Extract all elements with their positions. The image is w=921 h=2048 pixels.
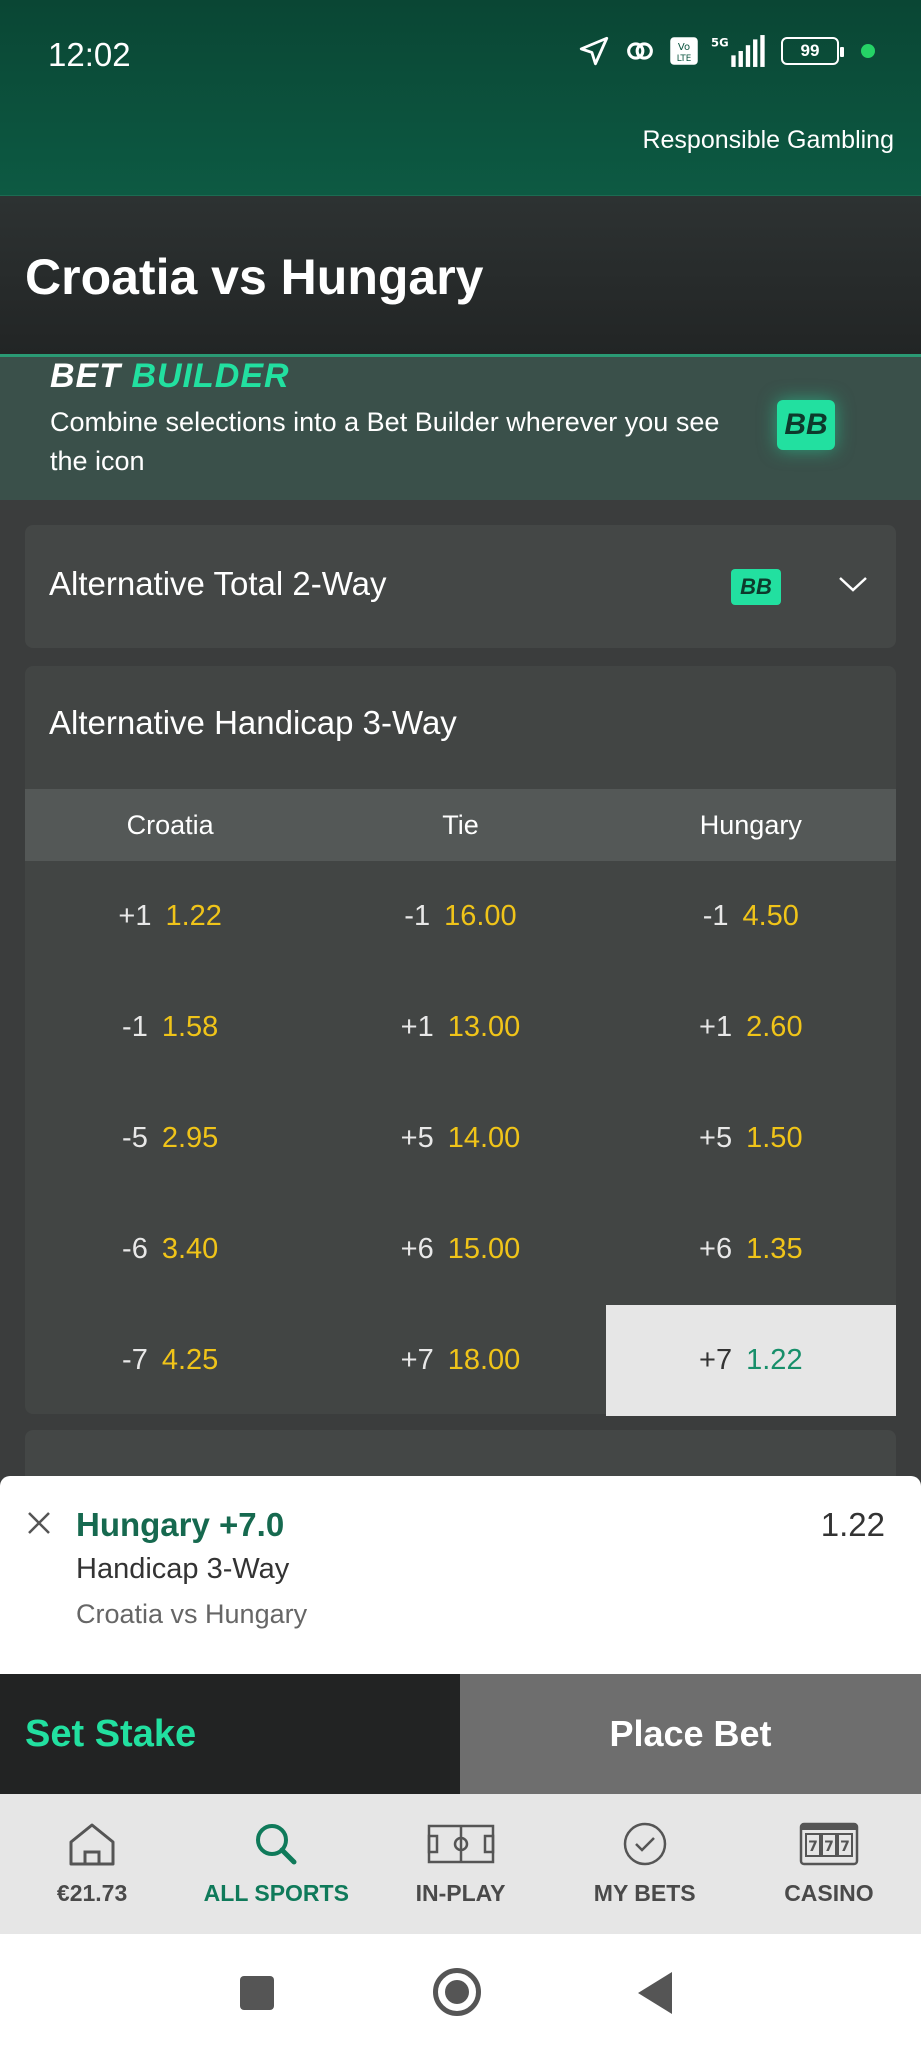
odds-button[interactable]: -1 4.50: [606, 861, 896, 972]
bottom-nav: €21.73 ALL SPORTS IN-PLAY MY BETS 777 CA…: [0, 1794, 921, 1934]
nav-label: ALL SPORTS: [203, 1880, 349, 1906]
search-icon: [256, 1824, 297, 1865]
event-header: Croatia vs Hungary: [0, 196, 921, 354]
pitch-icon: [427, 1824, 494, 1864]
odds-button[interactable]: +5 1.50: [606, 1083, 896, 1194]
volte-icon: VoLTE: [670, 37, 698, 65]
odds-row: -1 1.58 +1 13.00 +1 2.60: [25, 972, 896, 1083]
odds-button[interactable]: -7 4.25: [25, 1305, 315, 1416]
column-headers: Croatia Tie Hungary: [25, 789, 896, 861]
system-navigation-bar: [0, 1934, 921, 2048]
odds-button[interactable]: +5 14.00: [315, 1083, 605, 1194]
market-title: Alternative Handicap 3-Way: [49, 704, 457, 741]
svg-text:Vo: Vo: [678, 42, 690, 53]
market-title: Alternative Total 2-Way: [49, 565, 387, 602]
nav-item-casino[interactable]: 777 CASINO: [737, 1794, 921, 1934]
odds-button[interactable]: +1 2.60: [606, 972, 896, 1083]
odds-row: -5 2.95 +5 14.00 +5 1.50: [25, 1083, 896, 1194]
nav-label: €21.73: [56, 1880, 128, 1906]
privacy-dot: [861, 44, 875, 58]
nav-item-my-bets[interactable]: MY BETS: [553, 1794, 737, 1934]
top-bar: 12:02 Vo LTE 5G 99 Responsible Gambling: [0, 0, 921, 196]
odds-row: +1 1.22 -1 16.00 -1 4.50: [25, 861, 896, 972]
market-alt-total[interactable]: Alternative Total 2-Way BB: [25, 525, 896, 648]
odds-row: -6 3.40 +6 15.00 +6 1.35: [25, 1194, 896, 1305]
svg-text:5G: 5G: [711, 36, 729, 50]
bet-actions: Set Stake Place Bet: [0, 1674, 921, 1794]
column-header: Tie: [442, 810, 479, 840]
signal-icon: 5G: [711, 35, 765, 67]
odds-button[interactable]: +6 15.00: [315, 1194, 605, 1305]
betslip-panel: Hungary +7.0 Handicap 3-Way Croatia vs H…: [0, 1476, 921, 1674]
nav-item-all-sports[interactable]: ALL SPORTS: [184, 1794, 368, 1934]
back-button[interactable]: [638, 1972, 672, 2014]
slot-machine-icon: 777: [799, 1822, 859, 1866]
home-icon: [69, 1823, 115, 1866]
nav-label: MY BETS: [593, 1880, 696, 1906]
odds-button[interactable]: +6 1.35: [606, 1194, 896, 1305]
odds-button[interactable]: -6 3.40: [25, 1194, 315, 1305]
page-title: Croatia vs Hungary: [25, 249, 484, 305]
odds-button[interactable]: -5 2.95: [25, 1083, 315, 1194]
svg-text:7: 7: [824, 1839, 834, 1855]
responsible-gambling-link[interactable]: Responsible Gambling: [642, 126, 894, 155]
home-button[interactable]: [433, 1968, 481, 2016]
odds-button[interactable]: -1 16.00: [315, 861, 605, 972]
bet-builder-badge: BB: [777, 400, 835, 450]
odds-button[interactable]: +1 13.00: [315, 972, 605, 1083]
nav-label: IN-PLAY: [415, 1880, 506, 1906]
betslip-selection: Hungary +7.0: [76, 1506, 285, 1543]
betslip-event: Croatia vs Hungary: [76, 1599, 308, 1629]
nav-item-balance[interactable]: €21.73: [0, 1794, 184, 1934]
status-time: 12:02: [48, 36, 131, 73]
betslip-odds: 1.22: [820, 1506, 885, 1543]
recents-button[interactable]: [240, 1976, 274, 2010]
nav-label: CASINO: [784, 1880, 874, 1906]
bet-builder-text: Combine selections into a Bet Builder wh…: [50, 407, 720, 476]
chevron-down-icon[interactable]: [837, 573, 869, 595]
odds-button[interactable]: -1 1.58: [25, 972, 315, 1083]
odds-button[interactable]: +1 1.22: [25, 861, 315, 972]
set-stake-button[interactable]: Set Stake: [0, 1674, 460, 1794]
close-icon[interactable]: [24, 1508, 54, 1538]
place-bet-button[interactable]: Place Bet: [460, 1674, 921, 1794]
market-alt-handicap: Alternative Handicap 3-Way Croatia Tie H…: [25, 666, 896, 1416]
bet-builder-badge: BB: [731, 569, 781, 605]
svg-text:7: 7: [808, 1839, 818, 1855]
nav-item-in-play[interactable]: IN-PLAY: [368, 1794, 552, 1934]
battery-icon: 99: [781, 37, 844, 65]
bet-builder-banner: BET BUILDER Combine selections into a Be…: [0, 354, 921, 500]
bet-builder-title: BET BUILDER: [50, 357, 290, 395]
odds-button-selected[interactable]: +7 1.22: [605, 1305, 896, 1416]
column-header: Hungary: [699, 810, 802, 840]
betslip-market: Handicap 3-Way: [76, 1553, 290, 1585]
odds-button[interactable]: +7 18.00: [315, 1305, 605, 1416]
status-icons: Vo LTE 5G 99: [577, 34, 875, 68]
column-header: Croatia: [126, 810, 214, 840]
svg-text:LTE: LTE: [677, 54, 692, 64]
check-circle-icon: [623, 1822, 666, 1866]
location-icon: [579, 36, 609, 66]
svg-text:7: 7: [840, 1839, 850, 1855]
odds-row: -7 4.25 +7 18.00 +7 1.22: [25, 1305, 896, 1416]
link-icon: [627, 42, 653, 60]
